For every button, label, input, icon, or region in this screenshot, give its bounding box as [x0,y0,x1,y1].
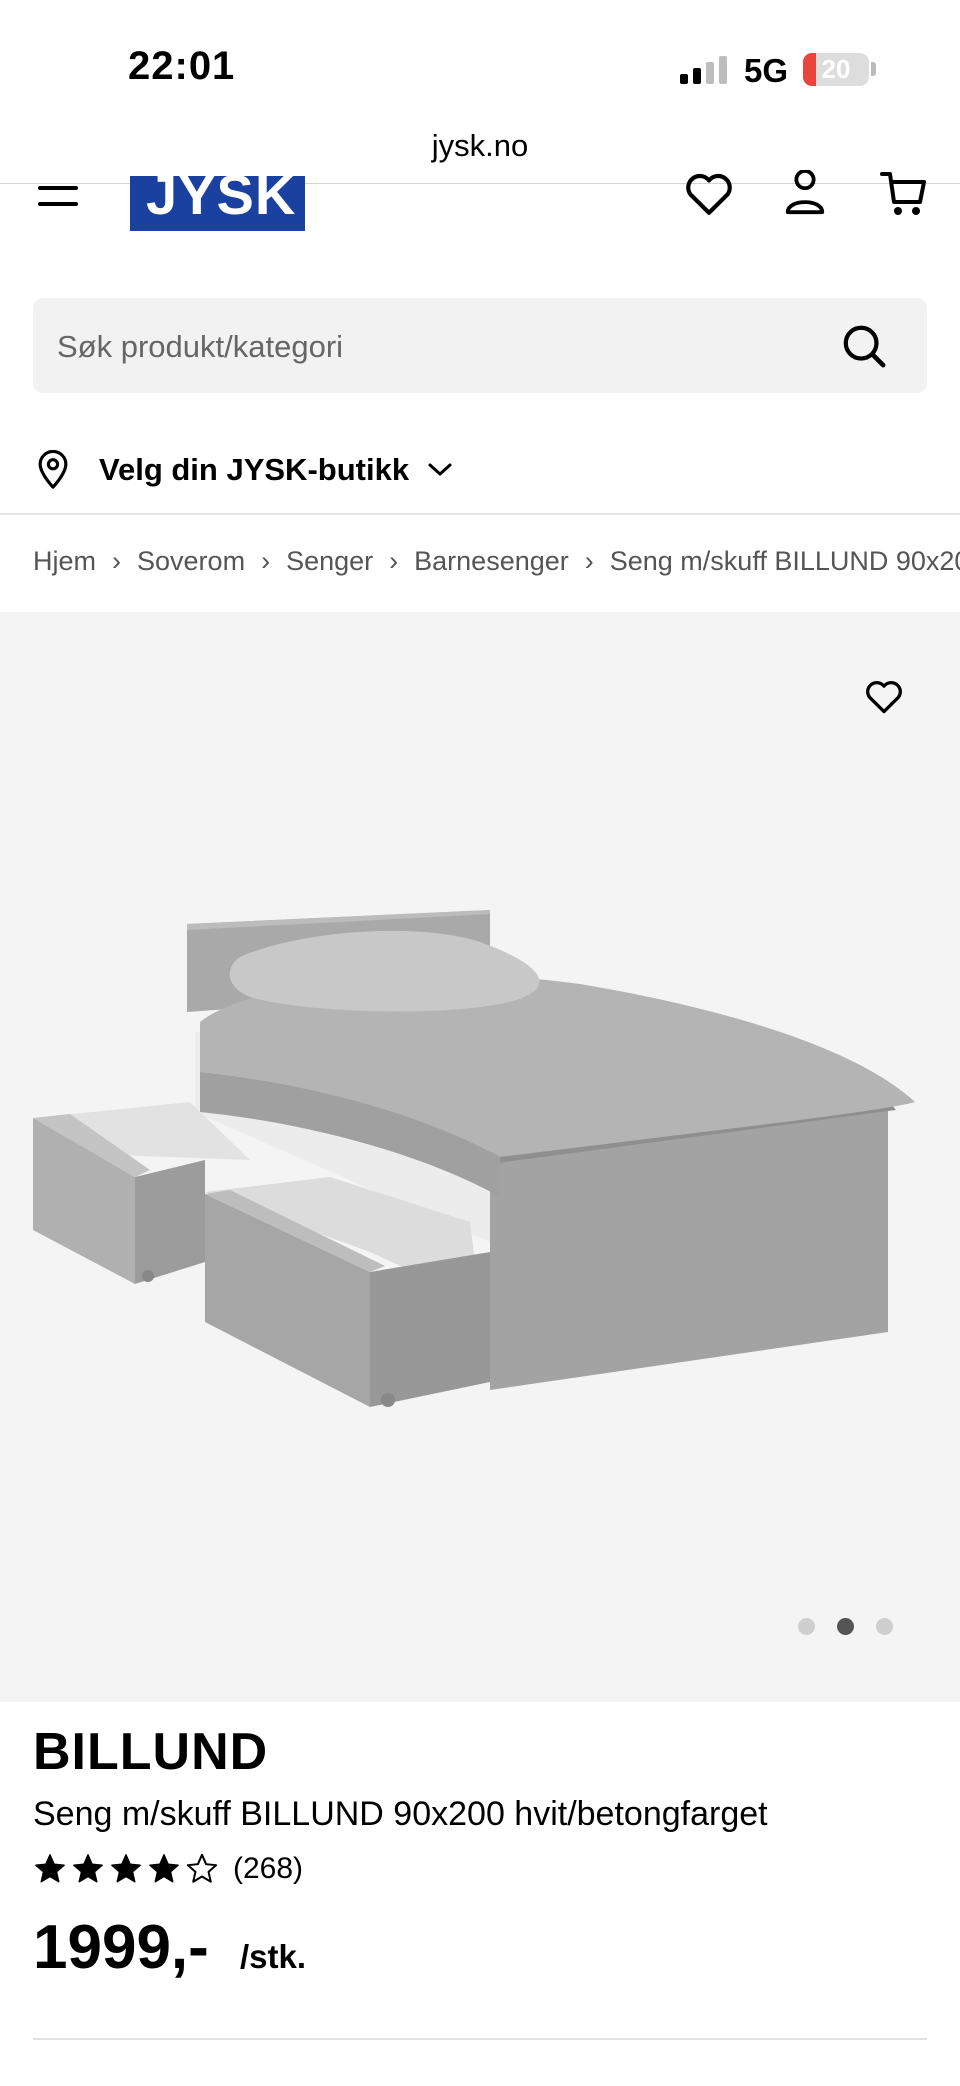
chevron-right-icon: › [584,546,594,576]
breadcrumb-item-home[interactable]: Hjem [33,546,96,576]
product-image [33,910,915,1407]
price-unit: /stk. [240,1938,307,1975]
network-label: 5G [744,52,789,89]
signal-icon [680,56,727,84]
gallery-dot[interactable] [876,1618,893,1635]
store-label: Velg din JYSK-butikk [99,452,410,487]
divider [0,513,960,515]
gallery-dot[interactable] [837,1618,854,1635]
wishlist-heart-icon[interactable] [864,678,904,714]
location-pin-icon [38,450,68,489]
breadcrumb-item-barnesenger[interactable]: Barnesenger [414,546,569,576]
rating-stars [33,1852,219,1886]
chevron-right-icon: › [389,546,399,576]
gallery-pagination [798,1618,893,1635]
chevron-down-icon [428,463,452,476]
status-time: 22:01 [128,44,236,88]
product-rating[interactable]: (268) [33,1852,303,1886]
drawer-wheel [381,1393,395,1407]
gallery-dot[interactable] [798,1618,815,1635]
url-bar[interactable]: jysk.no [0,128,960,164]
search-input[interactable] [55,298,839,395]
chevron-right-icon: › [261,546,271,576]
drawer-right-front [370,1252,490,1407]
divider [33,2038,927,2040]
cart-icon[interactable] [880,170,928,220]
battery-cap [871,62,876,76]
review-count[interactable]: (268) [233,1852,303,1886]
star-filled-icon [111,1854,141,1883]
account-icon[interactable] [782,170,828,216]
breadcrumb-item-soverom[interactable]: Soverom [137,546,245,576]
battery-percent: 20 [821,54,851,84]
product-name: Seng m/skuff BILLUND 90x200 hvit/betongf… [33,1795,768,1833]
search-icon[interactable] [841,323,887,369]
jysk-logo[interactable]: JYSK [130,176,305,231]
search-bar [33,298,927,395]
breadcrumb-item-senger[interactable]: Senger [286,546,373,576]
drawer-left-front [135,1160,205,1284]
star-filled-icon [149,1854,179,1883]
star-empty-icon [186,1853,218,1883]
chevron-right-icon: › [112,546,122,576]
drawer-wheel [142,1270,154,1282]
battery-icon: 20 [803,53,869,86]
star-filled-icon [73,1854,103,1883]
menu-icon[interactable] [38,178,82,212]
product-image-gallery[interactable] [0,612,960,1702]
star-filled-icon [35,1854,65,1883]
heart-icon[interactable] [684,170,734,216]
logo-text: JYSK [146,176,297,226]
breadcrumb: Hjem › Soverom › Senger › Barnesenger › Seng m/s… [33,546,960,586]
breadcrumb-item-current: Seng m/skuff BILLUND 90x200 [609,546,960,576]
product-price: 1999,- [33,1913,209,1982]
product-brand: BILLUND [33,1723,269,1781]
store-selector[interactable]: Velg din JYSK-butikk [35,445,453,495]
